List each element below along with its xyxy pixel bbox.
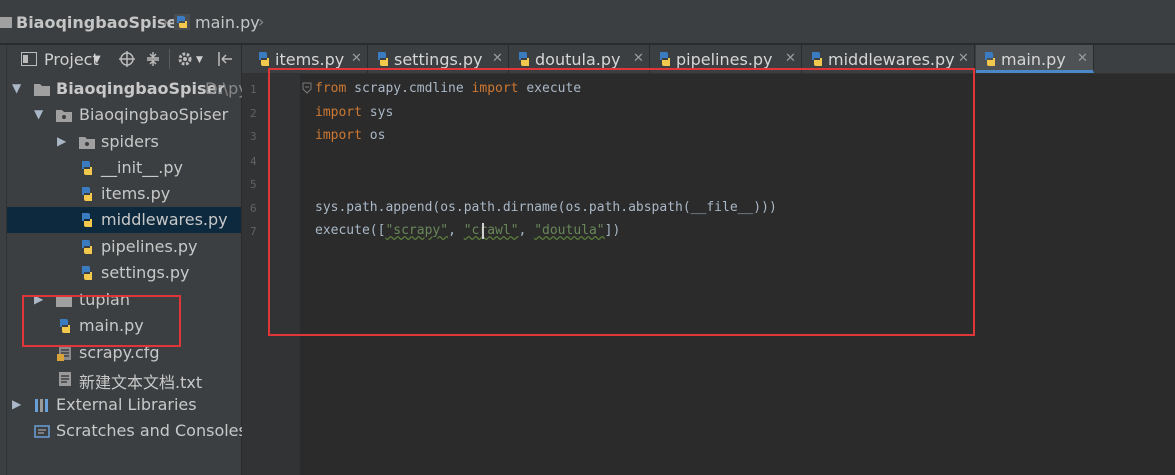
python-file-icon bbox=[985, 52, 995, 66]
annotation-box-main-file bbox=[22, 295, 181, 347]
tree-item-scratches[interactable]: Scratches and Consoles bbox=[7, 418, 247, 444]
package-folder-icon bbox=[56, 110, 72, 122]
scratches-icon bbox=[34, 425, 50, 438]
spiders-label: spiders bbox=[101, 132, 159, 151]
python-file-icon bbox=[174, 14, 190, 30]
gear-dropdown-icon[interactable]: ▼ bbox=[196, 55, 203, 65]
collapse-arrow-icon[interactable]: ▶ bbox=[57, 134, 66, 148]
library-icon bbox=[35, 399, 48, 412]
items-label: items.py bbox=[101, 184, 171, 203]
collapse-all-icon[interactable] bbox=[145, 51, 161, 67]
toolbar-separator bbox=[169, 49, 170, 69]
tree-item-pipelines[interactable]: pipelines.py bbox=[7, 234, 241, 260]
python-file-icon bbox=[259, 52, 269, 66]
tree-item-txt[interactable]: 新建文本文档.txt bbox=[7, 366, 241, 392]
line-number: 4 bbox=[250, 155, 257, 168]
gear-icon[interactable] bbox=[177, 51, 193, 67]
settings-label: settings.py bbox=[101, 263, 190, 282]
hide-panel-icon[interactable] bbox=[217, 51, 233, 67]
project-toolbar: Project ▼ ▼ bbox=[7, 45, 241, 73]
tab-label: main.py bbox=[1001, 50, 1066, 69]
line-number: 1 bbox=[250, 83, 257, 96]
close-icon[interactable]: ✕ bbox=[351, 51, 362, 66]
folder-icon bbox=[79, 137, 95, 149]
line-number: 2 bbox=[250, 107, 257, 120]
scratches-label: Scratches and Consoles bbox=[56, 421, 247, 440]
tree-item-settings[interactable]: settings.py bbox=[7, 260, 241, 286]
text-file-icon bbox=[59, 372, 71, 386]
close-icon[interactable]: ✕ bbox=[785, 51, 796, 66]
pipelines-label: pipelines.py bbox=[101, 237, 198, 256]
line-number: 5 bbox=[250, 178, 257, 191]
tree-root-project[interactable]: ▼ BiaoqingbaoSpiser D:\py bbox=[7, 76, 248, 102]
breadcrumb-chevron-icon: › bbox=[258, 12, 265, 31]
python-file-icon bbox=[82, 240, 92, 254]
tree-item-package[interactable]: ▼ BiaoqingbaoSpiser bbox=[7, 102, 241, 128]
project-view-selector[interactable]: Project bbox=[44, 50, 99, 69]
init-label: __init__.py bbox=[101, 158, 184, 177]
tree-item-external-libraries[interactable]: ▶ External Libraries bbox=[7, 392, 241, 418]
close-icon[interactable]: ✕ bbox=[958, 51, 969, 66]
close-icon[interactable]: ✕ bbox=[492, 51, 503, 66]
config-file-icon bbox=[57, 346, 71, 361]
project-folder-icon bbox=[0, 17, 12, 28]
python-file-icon bbox=[82, 266, 92, 280]
locate-icon[interactable] bbox=[119, 51, 135, 67]
tab-main[interactable]: main.py ✕ bbox=[976, 45, 1094, 73]
collapse-arrow-icon[interactable]: ▶ bbox=[12, 397, 21, 411]
package-label: BiaoqingbaoSpiser bbox=[79, 105, 229, 124]
python-file-icon bbox=[82, 161, 92, 175]
tab-label: doutula.py bbox=[535, 50, 621, 69]
project-panel: Project ▼ ▼ ▼ BiaoqingbaoSpiser D:\py ▼ … bbox=[7, 45, 248, 475]
txt-label: 新建文本文档.txt bbox=[79, 373, 203, 392]
tab-label: items.py bbox=[275, 50, 345, 69]
tree-item-middlewares[interactable]: middlewares.py bbox=[7, 207, 241, 233]
folder-icon bbox=[34, 84, 50, 96]
external-libraries-label: External Libraries bbox=[56, 395, 197, 414]
project-view-icon bbox=[21, 52, 37, 66]
python-file-icon bbox=[660, 52, 670, 66]
python-file-icon bbox=[812, 52, 822, 66]
root-project-label: BiaoqingbaoSpiser bbox=[56, 79, 226, 98]
python-file-icon bbox=[82, 187, 92, 201]
line-number: 3 bbox=[250, 130, 257, 143]
tab-label: settings.py bbox=[394, 50, 483, 69]
tree-item-spiders[interactable]: ▶ spiders bbox=[7, 129, 241, 155]
tab-label: middlewares.py bbox=[828, 50, 955, 69]
middlewares-label: middlewares.py bbox=[101, 210, 228, 229]
breadcrumb-file[interactable]: main.py bbox=[195, 13, 260, 32]
close-icon[interactable]: ✕ bbox=[1077, 51, 1088, 66]
tab-label: pipelines.py bbox=[676, 50, 773, 69]
python-file-icon bbox=[519, 52, 529, 66]
expand-arrow-icon[interactable]: ▼ bbox=[12, 81, 21, 95]
annotation-box-code bbox=[268, 68, 975, 336]
tool-window-strip bbox=[0, 45, 7, 475]
navigation-bar: BiaoqingbaoSpiser › main.py › bbox=[0, 0, 1175, 44]
close-icon[interactable]: ✕ bbox=[633, 51, 644, 66]
line-number: 6 bbox=[250, 202, 257, 215]
dropdown-icon[interactable]: ▼ bbox=[93, 54, 101, 65]
breadcrumb-chevron-icon: › bbox=[162, 12, 169, 31]
python-file-icon bbox=[378, 52, 388, 66]
python-file-icon bbox=[82, 213, 92, 227]
breadcrumb-project[interactable]: BiaoqingbaoSpiser bbox=[16, 13, 185, 32]
tree-item-init[interactable]: __init__.py bbox=[7, 155, 241, 181]
expand-arrow-icon[interactable]: ▼ bbox=[34, 107, 43, 121]
tree-item-items[interactable]: items.py bbox=[7, 181, 241, 207]
line-number: 7 bbox=[250, 225, 257, 238]
